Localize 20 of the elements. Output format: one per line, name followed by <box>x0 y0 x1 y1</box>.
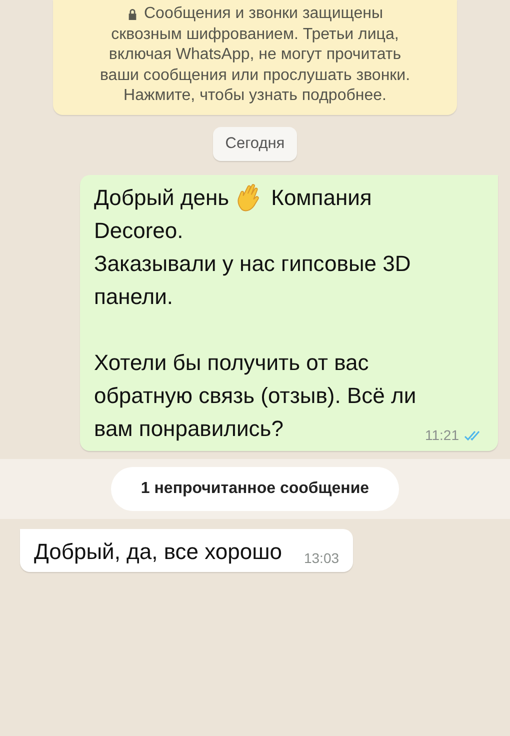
message-text: Заказывали у нас гипсовые 3D <box>94 250 411 278</box>
message-text: Decoreo. <box>94 216 184 244</box>
message-text: Добрый день <box>94 184 230 212</box>
lock-icon <box>127 8 138 21</box>
message-text: Хотели бы получить от вас <box>94 348 369 377</box>
encryption-notice[interactable]: Сообщения и звонки защищены сквозным шифрованием. Третьи лица, включая WhatsApp, не могут прочитать ваши сообщения или прослушать звонки. Нажмите, чтобы узнать подробнее. <box>53 0 457 114</box>
notice-text: Сообщения и звонки защищены <box>144 4 383 24</box>
notice-text: ваши сообщения или прослушать звонки. <box>100 66 410 86</box>
unread-banner: 1 непрочитанное сообщение <box>110 466 400 510</box>
message-text: обратную связь (отзыв). Всё ли <box>94 382 416 410</box>
notice-text: сквозным шифрованием. Третьи лица, <box>111 24 399 44</box>
message-text: панели. <box>94 282 174 310</box>
message-time: 13:03 <box>304 548 340 568</box>
message-time: 11:21 <box>425 426 459 444</box>
notice-text: Нажмите, чтобы узнать подробнее. <box>124 86 386 106</box>
message-text: вам понравились? <box>94 414 284 443</box>
notice-text: включая WhatsApp, не могут прочитать <box>108 45 402 65</box>
date-chip: Сегодня <box>213 126 297 160</box>
message-text: Добрый, да, все хорошо <box>34 538 282 566</box>
message-text: Компания <box>271 184 372 212</box>
